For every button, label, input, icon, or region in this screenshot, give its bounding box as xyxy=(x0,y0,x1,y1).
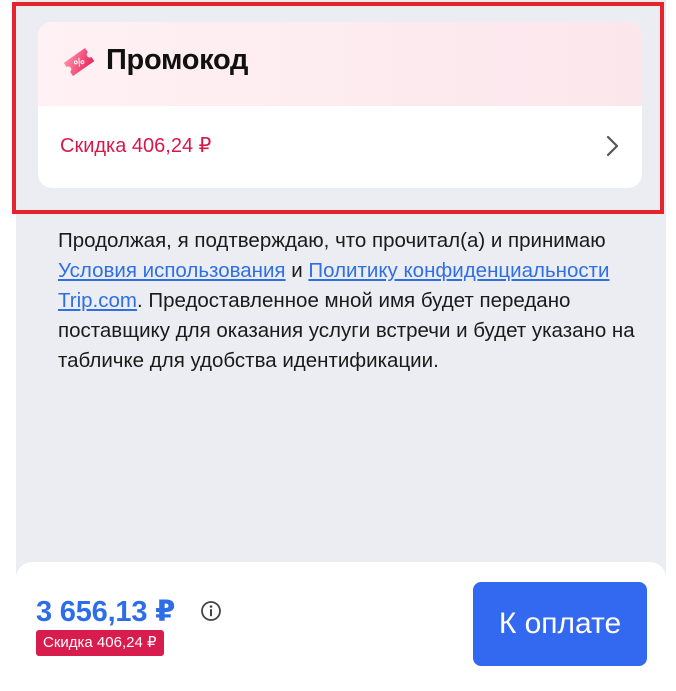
terms-text: Продолжая, я подтверждаю, что прочитал(а… xyxy=(58,226,648,376)
highlight-frame: % Промокод Скидка 406,24 ₽ xyxy=(12,2,664,214)
checkout-bar: 3 656,13 ₽ Скидка 406,24 ₽ К оплате xyxy=(16,562,666,691)
terms-text-part: Продолжая, я подтверждаю, что прочитал(а… xyxy=(58,229,606,252)
promo-ticket-icon: % xyxy=(63,47,95,77)
promo-discount-label: Скидка 406,24 ₽ xyxy=(60,135,212,157)
discount-badge: Скидка 406,24 ₽ xyxy=(36,630,164,656)
terms-text-part: и xyxy=(285,259,309,282)
info-icon[interactable] xyxy=(200,600,222,622)
chevron-right-icon[interactable] xyxy=(604,134,620,158)
total-price: 3 656,13 ₽ xyxy=(36,596,176,628)
pay-button[interactable]: К оплате xyxy=(473,582,647,666)
promo-card-header: % Промокод xyxy=(38,22,642,106)
terms-text-part: . Предоставленное мной имя будет передан… xyxy=(58,289,635,372)
terms-of-use-link[interactable]: Условия использования xyxy=(58,259,286,282)
promo-title: Промокод xyxy=(106,44,249,76)
promo-code-card[interactable]: % Промокод Скидка 406,24 ₽ xyxy=(38,22,642,188)
promo-discount-row[interactable]: Скидка 406,24 ₽ xyxy=(38,106,642,188)
